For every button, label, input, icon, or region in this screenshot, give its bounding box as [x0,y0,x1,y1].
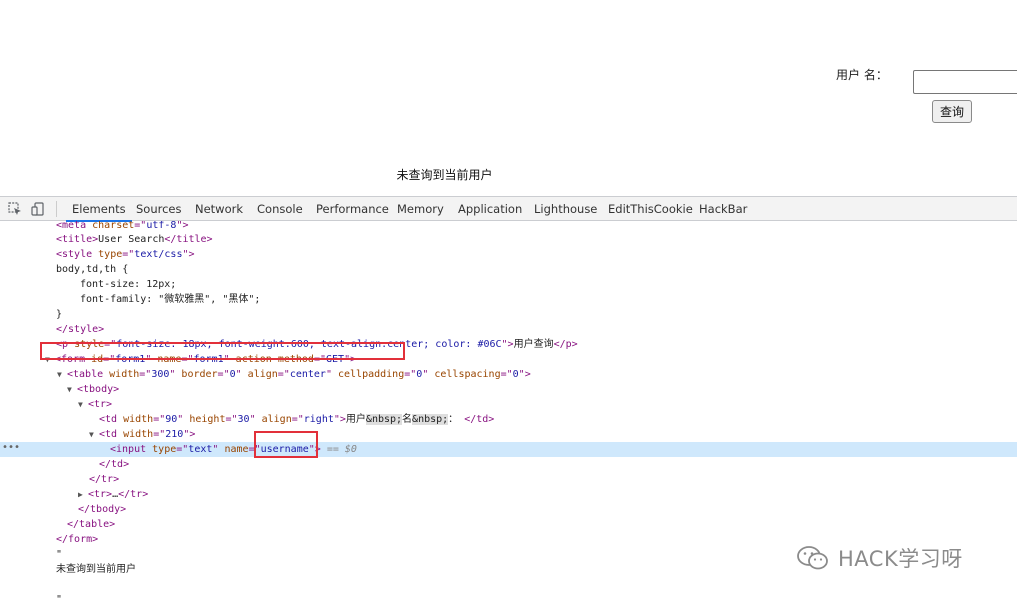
dom-line-td-close[interactable]: </td> [0,457,1017,472]
td1-align-value: right [303,414,334,425]
dom-line-css-selector[interactable]: body,td,th { [0,262,1017,277]
dom-line-tr[interactable]: ▼ <tr> [0,397,1017,412]
css-selector-text: body,td,th { [56,264,129,275]
td1-text-c: ： [448,414,459,425]
table-width-value: 300 [151,369,170,380]
dom-line-tbody-close[interactable]: </tbody> [0,502,1017,517]
expand-triangle-icon[interactable]: ▼ [57,367,67,382]
result-message: 未查询到当前用户 [396,168,493,182]
expand-triangle-icon[interactable]: ▼ [89,427,99,442]
expand-triangle-icon[interactable]: ▼ [78,397,88,412]
text-node-quote: " [56,549,63,560]
title-text: User Search [98,234,165,245]
dom-line-tbody[interactable]: ▼ <tbody> [0,382,1017,397]
username-label: 用户 名： [836,68,888,82]
td1-entity-1: &nbsp; [365,414,403,425]
td1-entity-2: &nbsp; [412,414,449,425]
watermark-text: HACK学习呀 [838,547,963,571]
text-node-result: 未查询到当前用户 [56,564,136,575]
tab-elements[interactable]: Elements [66,197,132,222]
dom-line-table-close[interactable]: </table> [0,517,1017,532]
selected-node-marker: == $0 [326,444,357,455]
dom-line-tr-close[interactable]: </tr> [0,472,1017,487]
dom-line-input-selected[interactable]: <input type="text" name="username"> == $… [0,442,1017,457]
tab-application[interactable]: Application [458,197,522,221]
query-button[interactable]: 查询 [932,100,972,123]
collapse-triangle-icon[interactable]: ▶ [78,487,88,502]
tab-memory[interactable]: Memory [397,197,444,221]
tab-editthiscookie[interactable]: EditThisCookie [608,197,693,221]
highlight-box-form [40,342,405,360]
highlight-box-username [254,431,318,458]
wechat-icon [797,546,828,570]
inspect-element-icon[interactable] [8,202,22,216]
dom-line-style[interactable]: <style type="text/css"> [0,247,1017,262]
td1-width-value: 90 [165,414,178,425]
username-input[interactable] [913,70,1017,94]
td2-width-value: 210 [165,429,184,440]
p-text: 用户查询 [513,339,554,350]
dom-line-table[interactable]: ▼ <table width="300" border="0" align="ce… [0,367,1017,382]
tab-performance[interactable]: Performance [316,197,389,221]
td1-text-b: 名 [402,414,413,425]
dom-line-td-label[interactable]: <td width="90" height="30" align="right"… [0,412,1017,427]
tab-sources[interactable]: Sources [136,197,182,221]
dom-line-css-close[interactable]: } [0,307,1017,322]
tab-lighthouse[interactable]: Lighthouse [534,197,597,221]
device-toolbar-icon[interactable] [31,202,45,216]
dom-line-text-quote-end[interactable]: " [0,592,1017,603]
rendered-page: 用户 名： 查询 未查询到当前用户 [0,0,1017,196]
dom-line-tr-collapsed[interactable]: ▶ <tr>…</tr> [0,487,1017,502]
meta-charset-value: utf-8 [146,221,177,231]
dom-line-style-close[interactable]: </style> [0,322,1017,337]
text-node-quote-end: " [56,594,63,603]
more-options-icon[interactable]: ••• [2,442,20,453]
css-close-text: } [56,309,63,320]
dom-line-title[interactable]: <title>User Search</title> [0,232,1017,247]
devtools-toolbar: Elements Sources Network Console Perform… [0,196,1017,222]
css-font-size-text: font-size: 12px; [80,279,177,290]
devtools-panel: Elements Sources Network Console Perform… [0,196,1017,603]
table-align-value: center [289,369,326,380]
dom-line-css-font-size[interactable]: font-size: 12px; [0,277,1017,292]
tab-hackbar[interactable]: HackBar [699,197,747,221]
style-type-value: text/css [134,249,183,260]
expand-triangle-icon[interactable]: ▼ [67,382,77,397]
dom-line-td-input[interactable]: ▼ <td width="210"> [0,427,1017,442]
dom-line-css-font-family[interactable]: font-family: "微软雅黑", "黑体"; [0,292,1017,307]
css-font-family-text: font-family: "微软雅黑", "黑体"; [80,294,261,305]
tab-console[interactable]: Console [257,197,303,221]
toolbar-divider [56,201,57,217]
td1-text-a: 用户 [345,414,366,425]
input-type-value: text [188,444,213,455]
tab-network[interactable]: Network [195,197,243,221]
td1-height-value: 30 [237,414,250,425]
watermark: HACK学习呀 [796,542,963,574]
